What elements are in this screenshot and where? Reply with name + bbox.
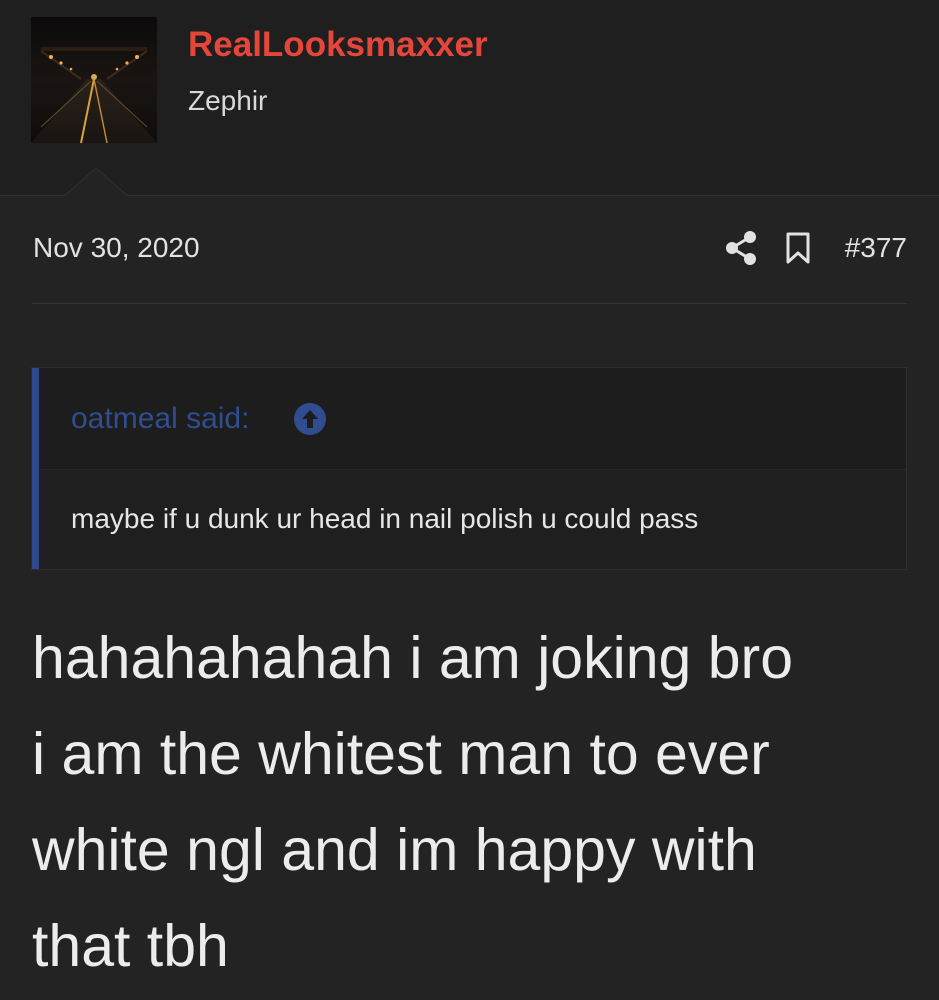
post-body: hahahahahah i am joking bro i am the whi… <box>32 610 912 994</box>
avatar[interactable] <box>31 17 157 143</box>
post-body-line: white ngl and im happy with <box>32 817 757 883</box>
post-date-link[interactable]: Nov 30, 2020 <box>33 230 200 266</box>
quote-header: oatmeal said: <box>39 368 906 470</box>
meta-divider <box>32 303 907 304</box>
post-body-line: that tbh <box>32 913 229 979</box>
avatar-night-road-image <box>31 17 157 143</box>
quote-author-link[interactable]: oatmeal said: <box>71 401 249 437</box>
bookmark-icon[interactable] <box>783 228 813 268</box>
user-title: Zephir <box>188 85 268 116</box>
post-body-line: hahahahahah i am joking bro <box>32 625 794 691</box>
share-icon[interactable] <box>723 228 759 268</box>
post-actions: #377 <box>723 228 907 268</box>
quote-text: maybe if u dunk ur head in nail polish u… <box>71 503 699 534</box>
post-number-link[interactable]: #377 <box>845 230 907 266</box>
arrow-up-circle-icon[interactable] <box>293 402 327 436</box>
user-info-block: RealLooksmaxxer Zephir <box>0 0 939 197</box>
forum-post: RealLooksmaxxer Zephir Nov 30, 2020 #377… <box>0 0 939 1000</box>
post-body-line: i am the whitest man to ever <box>32 721 770 787</box>
username-link[interactable]: RealLooksmaxxer <box>188 24 488 66</box>
quote-block: oatmeal said: maybe if u dunk ur head in… <box>31 367 907 570</box>
quote-accent-bar <box>32 368 39 569</box>
